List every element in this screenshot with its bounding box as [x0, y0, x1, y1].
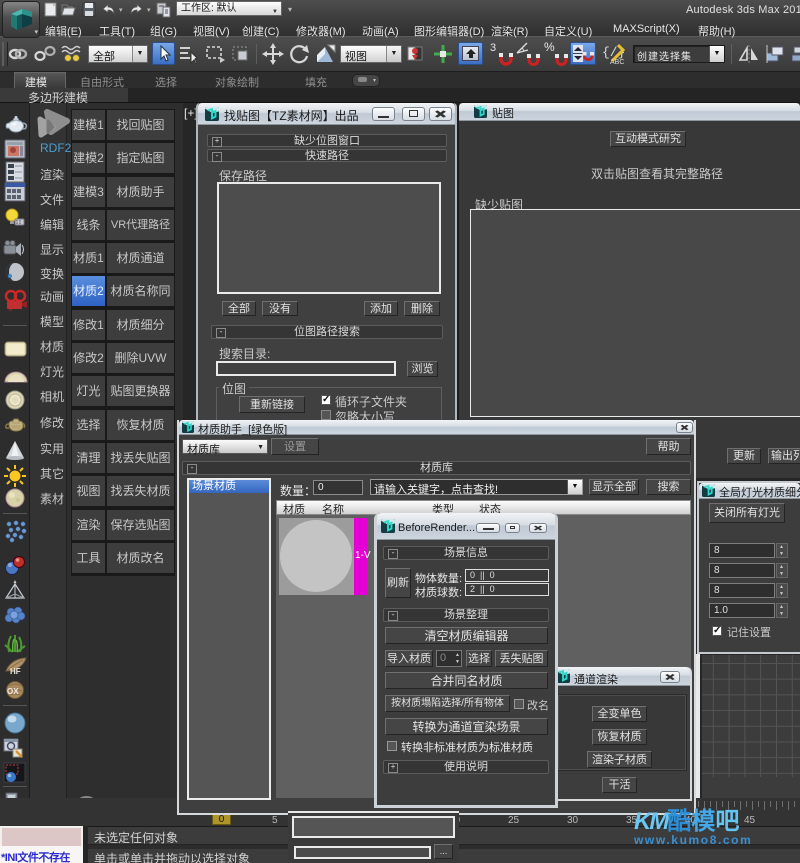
svg-text:OX: OX: [7, 687, 19, 696]
svg-text:HF: HF: [10, 667, 21, 676]
svg-text:ABC: ABC: [610, 59, 624, 65]
